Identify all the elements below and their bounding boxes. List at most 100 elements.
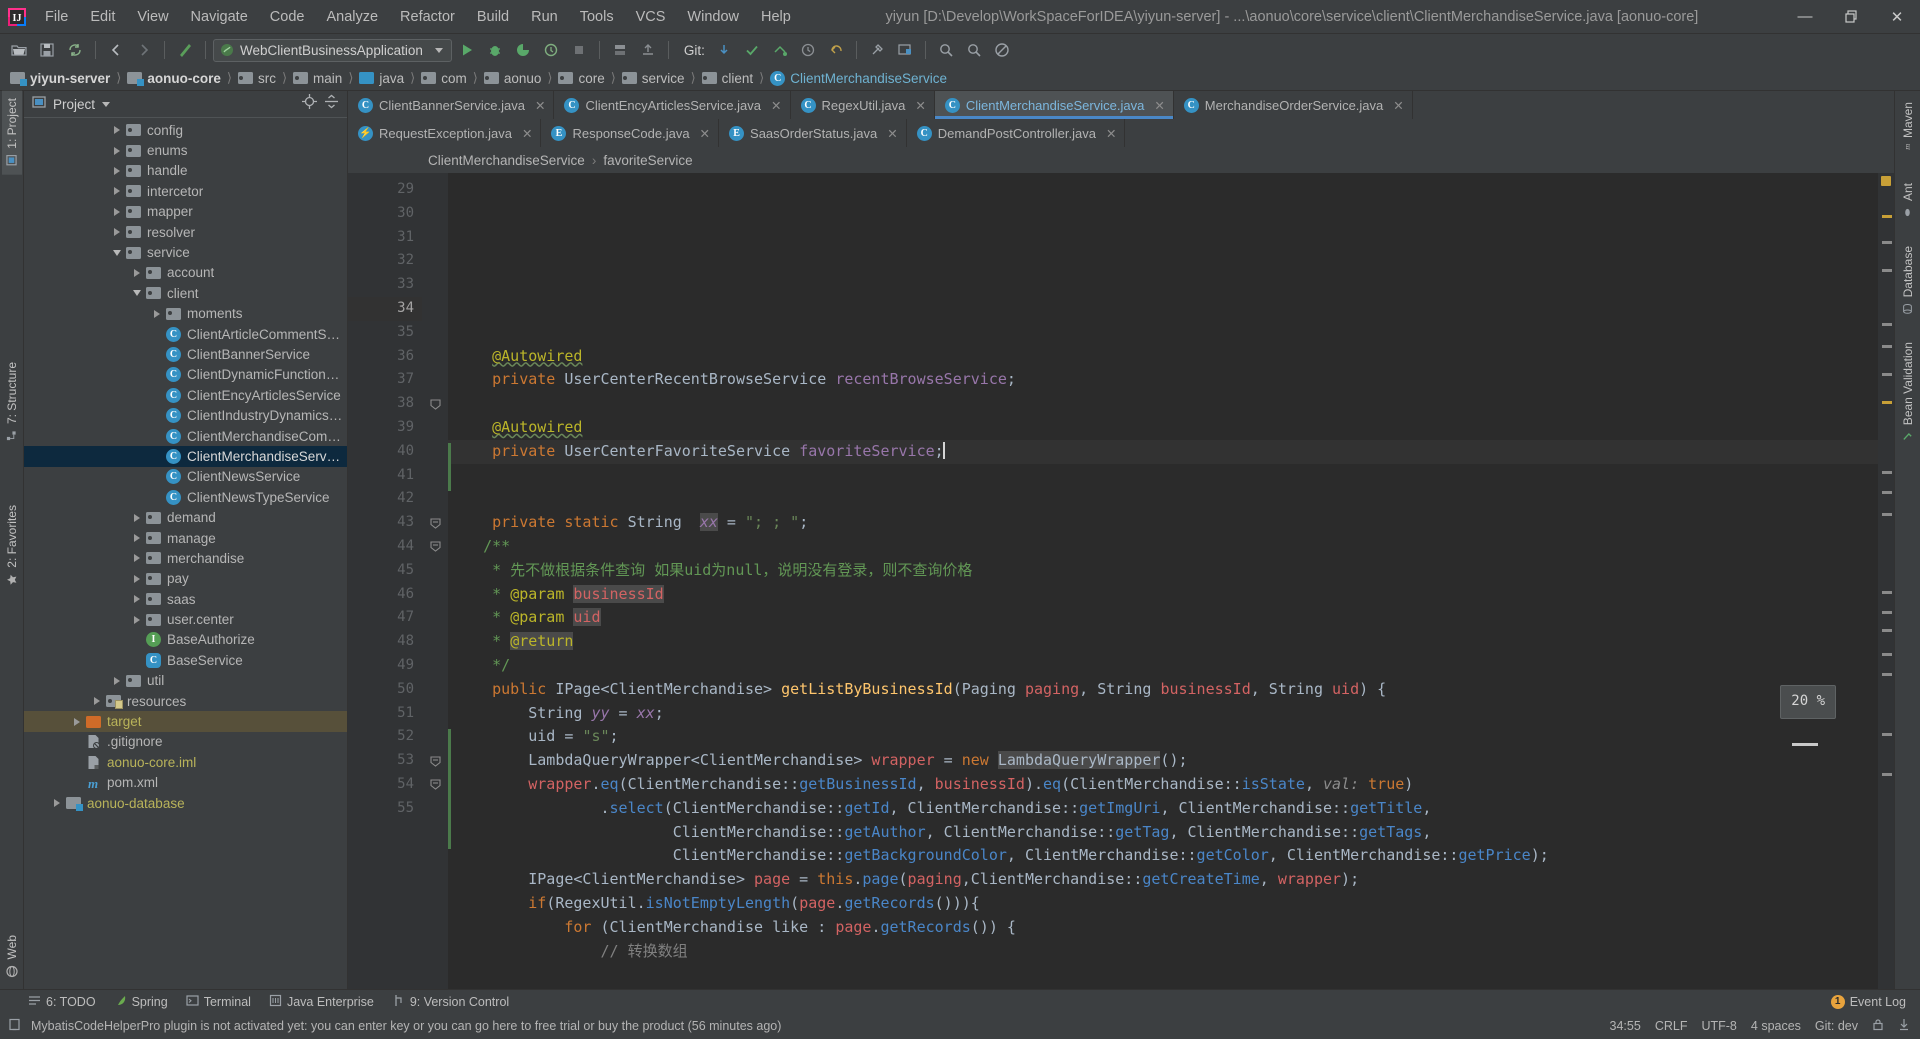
run-icon[interactable] [454,37,480,63]
tree-node-baseservice[interactable]: C BaseService [24,650,347,670]
menu-file[interactable]: File [34,5,79,29]
close-tab-icon[interactable]: ✕ [535,98,545,113]
line-number-42[interactable]: 42 [348,487,422,511]
close-tab-icon[interactable]: ✕ [700,126,710,141]
tree-node-resources[interactable]: resources [24,691,347,711]
line-number-53[interactable]: 53 [348,749,422,773]
editor-tab-clientbannerservice[interactable]: C ClientBannerService.java ✕ [348,91,555,119]
tree-node-demand[interactable]: demand [24,507,347,527]
code-line-49[interactable]: .select(ClientMerchandise::getId, Client… [448,797,1878,821]
code-line-39[interactable]: * 先不做根据条件查询 如果uid为null，说明没有登录，则不查询价格 [448,559,1878,583]
chevron-down-icon[interactable] [130,287,143,300]
code-line-53[interactable]: if(RegexUtil.isNotEmptyLength(page.getRe… [448,892,1878,916]
breadcrumb-item-client[interactable]: client [698,71,758,86]
tree-node-intercetor[interactable]: intercetor [24,181,347,201]
tree-node-aonuo-core-iml[interactable]: aonuo-core.iml [24,752,347,772]
fold-marker-line-44[interactable] [422,535,448,559]
run-configuration-selector[interactable]: WebClientBusinessApplication [213,38,452,62]
menu-window[interactable]: Window [676,5,750,29]
tree-node-manage[interactable]: manage [24,528,347,548]
tree-node-aonuo-database[interactable]: aonuo-database [24,793,347,813]
stripe-marker[interactable] [1882,241,1892,244]
tree-node-client[interactable]: client [24,283,347,303]
code-folding-column[interactable] [422,173,448,989]
code-line-31[interactable]: private UserCenterRecentBrowseService re… [448,368,1878,392]
fold-marker-line-43[interactable] [422,511,448,535]
code-line-36[interactable] [448,487,1878,511]
line-number-44[interactable]: 44 [348,535,422,559]
editor-tab-demandpostcontroller[interactable]: C DemandPostController.java ✕ [906,119,1126,147]
sidebar-tab-structure[interactable]: 7: Structure [2,355,22,450]
tree-node-pom-xml[interactable]: m pom.xml [24,773,347,793]
tree-node-clientnewsservice[interactable]: C ClientNewsService [24,467,347,487]
chevron-right-icon[interactable] [90,695,103,708]
line-number-29[interactable]: 29 [348,178,422,202]
menu-refactor[interactable]: Refactor [389,5,466,29]
search-icon[interactable] [961,37,987,63]
breadcrumb-item-class[interactable]: C ClientMerchandiseService [766,70,951,86]
caret-position[interactable]: 34:55 [1610,1019,1641,1033]
menu-help[interactable]: Help [750,5,802,29]
minimize-icon[interactable]: — [1782,0,1828,34]
editor-tab-merchandiseorderservice[interactable]: C MerchandiseOrderService.java ✕ [1173,91,1413,119]
line-number-41[interactable]: 41 [348,464,422,488]
app-server-icon[interactable] [607,37,633,63]
save-all-icon[interactable] [34,37,60,63]
tree-node-clientencyarticlesservice[interactable]: C ClientEncyArticlesService [24,385,347,405]
chevron-down-icon[interactable] [110,246,123,259]
tree-node-clientindustrydynamicsservice[interactable]: C ClientIndustryDynamicsService [24,405,347,425]
menu-analyze[interactable]: Analyze [315,5,389,29]
project-tree[interactable]: config enums handle intercetor mapper resolve… [24,118,347,989]
tree-node-clientarticlecommentservice[interactable]: C ClientArticleCommentService [24,324,347,344]
line-number-52[interactable]: 52 [348,725,422,749]
tree-node-account[interactable]: account [24,263,347,283]
tree-node-mapper[interactable]: mapper [24,202,347,222]
menu-tools[interactable]: Tools [569,5,625,29]
tree-node-pay[interactable]: pay [24,569,347,589]
stripe-marker[interactable] [1882,611,1892,614]
code-line-43[interactable]: */ [448,654,1878,678]
chevron-right-icon[interactable] [130,572,143,585]
run-with-coverage-icon[interactable] [510,37,536,63]
menu-navigate[interactable]: Navigate [180,5,259,29]
update-project-icon[interactable] [711,37,737,63]
close-icon[interactable]: ✕ [1874,0,1920,34]
chevron-right-icon[interactable] [130,532,143,545]
bottom-tab-version-control[interactable]: 9: Version Control [392,994,509,1010]
chevron-right-icon[interactable] [110,185,123,198]
tree-node-target[interactable]: target [24,711,347,732]
code-line-45[interactable]: String yy = xx; [448,702,1878,726]
chevron-right-icon[interactable] [70,715,83,728]
chevron-right-icon[interactable] [130,613,143,626]
stripe-marker[interactable] [1882,401,1892,404]
chevron-right-icon[interactable] [110,205,123,218]
tree-node-user-center[interactable]: user.center [24,609,347,629]
close-tab-icon[interactable]: ✕ [522,126,532,141]
bottom-tab-java-enterprise[interactable]: Java Enterprise [269,994,374,1010]
tree-node-baseauthorize[interactable]: I BaseAuthorize [24,630,347,650]
deploy-icon[interactable] [635,37,661,63]
sidebar-tab-project[interactable]: 1: Project [1,91,22,175]
line-number-39[interactable]: 39 [348,416,422,440]
menu-build[interactable]: Build [466,5,520,29]
stripe-marker[interactable] [1882,215,1892,218]
line-number-33[interactable]: 33 [348,273,422,297]
breadcrumb-item-aonuo-core[interactable]: aonuo-core [123,71,225,86]
tree-node-service[interactable]: service [24,242,347,262]
sidebar-tab-database[interactable]: Database [1898,239,1918,323]
line-number-35[interactable]: 35 [348,321,422,345]
line-number-40[interactable]: 40 [348,440,422,464]
line-number-31[interactable]: 31 [348,226,443,250]
line-number-43[interactable]: 43 [348,511,422,535]
stripe-marker[interactable] [1882,323,1892,326]
stripe-marker[interactable] [1882,591,1892,594]
sidebar-tab-web[interactable]: Web [2,928,22,985]
editor-tab-clientencyarticlesservice[interactable]: C ClientEncyArticlesService.java ✕ [554,91,791,119]
breadcrumb-item-java[interactable]: java [355,71,408,86]
commit-icon[interactable] [739,37,765,63]
collapse-all-icon[interactable] [324,94,339,114]
code-line-52[interactable]: IPage<ClientMerchandise> page = this.pag… [448,868,1878,892]
code-line-50[interactable]: ClientMerchandise::getAuthor, ClientMerc… [448,821,1878,845]
line-number-34[interactable]: 34 [348,296,443,321]
code-line-34[interactable]: private UserCenterFavoriteService favori… [448,439,1878,464]
